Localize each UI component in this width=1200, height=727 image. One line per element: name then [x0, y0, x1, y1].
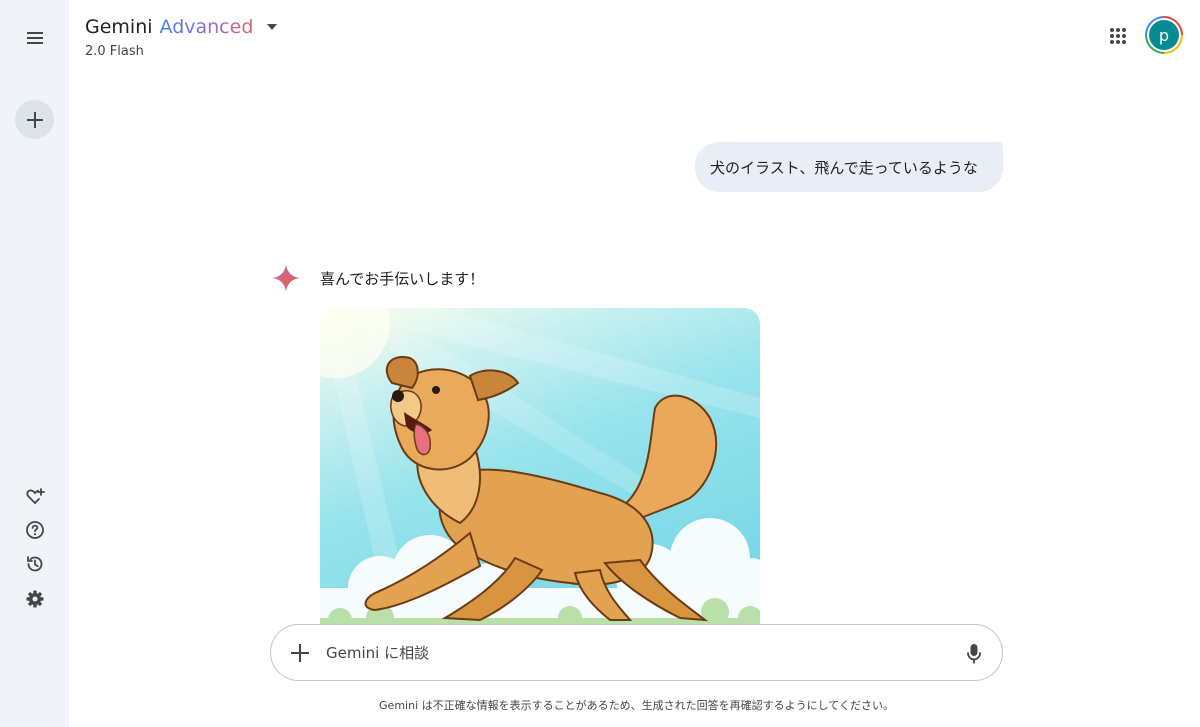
prompt-input[interactable] — [326, 639, 926, 667]
account-button[interactable]: p — [1145, 16, 1183, 54]
new-chat-button[interactable] — [15, 100, 54, 139]
settings-icon[interactable] — [21, 585, 49, 613]
help-icon[interactable] — [21, 516, 49, 544]
user-message-text: 犬のイラスト、飛んで走っているような — [710, 158, 978, 177]
plus-icon — [26, 111, 43, 128]
gemini-spark-icon — [271, 263, 301, 293]
history-icon[interactable] — [21, 550, 49, 578]
avatar: p — [1149, 20, 1179, 50]
generated-image[interactable] — [320, 308, 760, 626]
assistant-reply-text: 喜んでお手伝いします！ — [320, 270, 485, 288]
model-switcher[interactable]: Gemini Advanced — [85, 16, 279, 38]
menu-icon[interactable] — [19, 22, 51, 54]
user-message-bubble: 犬のイラスト、飛んで走っているような — [695, 142, 1003, 192]
tier-label: Advanced — [159, 16, 254, 38]
microphone-icon[interactable] — [959, 639, 989, 669]
gem-manager-icon[interactable] — [21, 482, 49, 510]
avatar-frame: p — [1147, 18, 1181, 52]
app-title: Gemini — [85, 16, 153, 38]
prompt-input-box — [270, 624, 1003, 681]
sidebar — [0, 0, 69, 727]
model-name: 2.0 Flash — [85, 44, 144, 59]
gemini-app: Gemini Advanced 2.0 Flash p 犬のイラスト、飛んで走っ… — [0, 0, 1200, 727]
caret-down-icon[interactable] — [265, 20, 279, 34]
apps-grid-icon[interactable] — [1104, 22, 1132, 50]
add-attachment-icon[interactable] — [285, 638, 315, 668]
disclaimer-text: Gemini は不正確な情報を表示することがあるため、生成された回答を再確認する… — [379, 699, 894, 712]
